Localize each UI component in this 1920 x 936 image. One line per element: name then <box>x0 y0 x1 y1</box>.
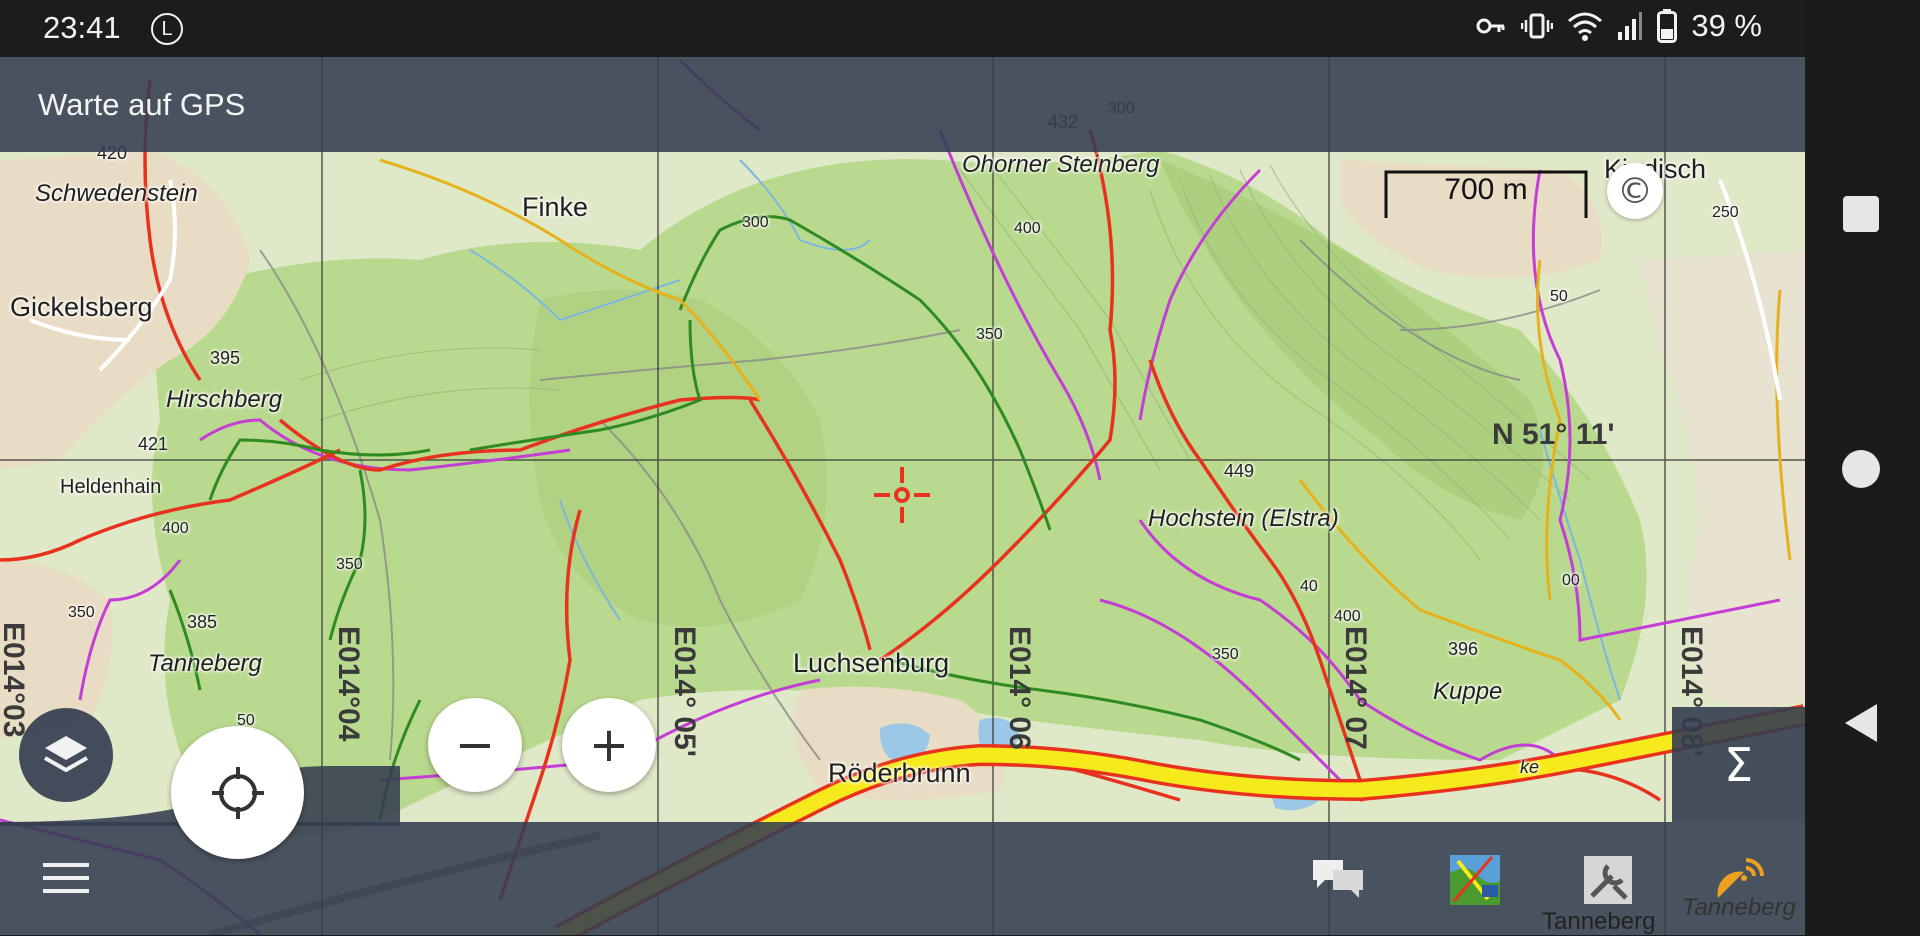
tools-button[interactable] <box>1580 852 1636 908</box>
messages-button[interactable] <box>1310 852 1366 904</box>
minus-icon: − <box>454 717 496 773</box>
grid-lat-label: N 51° 11' <box>1492 418 1615 451</box>
elevation-label: 350 <box>976 326 1003 343</box>
elevation-label: 40 <box>1300 578 1318 595</box>
menu-icon <box>43 863 89 893</box>
vibrate-icon <box>1521 13 1554 39</box>
elevation-label: 400 <box>1014 220 1041 237</box>
home-button[interactable] <box>1842 450 1880 488</box>
plus-icon: + <box>588 717 630 773</box>
statistics-button[interactable]: Σ <box>1672 707 1805 822</box>
elevation-label: 350 <box>336 556 363 573</box>
elevation-label: 400 <box>162 520 189 537</box>
place-label: Hochstein (Elstra) <box>1148 505 1339 532</box>
zoom-out-button[interactable]: − <box>428 698 522 792</box>
chat-icon <box>1313 860 1363 898</box>
place-label: ke <box>1520 757 1540 777</box>
grid-lon-label: E014°03 <box>0 622 30 738</box>
system-nav-bar <box>1805 0 1920 935</box>
place-label: Tanneberg <box>148 650 262 677</box>
crosshair-icon <box>211 766 264 819</box>
map-globe-icon <box>1450 855 1500 905</box>
place-label: Hirschberg <box>166 386 283 413</box>
wrench-screwdriver-icon <box>1584 856 1632 904</box>
copyright-icon: © <box>1617 170 1653 212</box>
map-manager-button[interactable] <box>1446 852 1504 908</box>
zoom-in-button[interactable]: + <box>562 698 656 792</box>
elevation-label: 300 <box>742 214 769 231</box>
place-label: Kuppe <box>1433 678 1503 705</box>
place-label: Ohorner Steinberg <box>962 151 1160 178</box>
app-bar: Warte auf GPS <box>0 57 1805 152</box>
elevation-label: 449 <box>1224 461 1255 481</box>
place-label: Tanneberg <box>1542 908 1656 935</box>
elevation-label: 250 <box>1712 204 1739 221</box>
elevation-label: 396 <box>1448 639 1479 659</box>
battery-icon <box>1657 9 1678 43</box>
scale-label: 700 m <box>1444 173 1528 206</box>
layers-icon <box>44 736 88 773</box>
vpn-key-icon <box>1476 18 1505 34</box>
place-label: Luchsenburg <box>793 648 950 678</box>
wifi-icon <box>1568 12 1603 41</box>
back-button[interactable] <box>1843 702 1879 744</box>
place-label: Röderbrunn <box>828 758 971 788</box>
place-label: Tanneberg <box>1682 894 1796 921</box>
copyright-button[interactable]: © <box>1607 163 1663 219</box>
elevation-label: 350 <box>1212 646 1239 663</box>
recents-button[interactable] <box>1843 196 1879 232</box>
elevation-label: 00 <box>1562 572 1580 589</box>
grid-lon-label: E014°04 <box>332 626 365 742</box>
sigma-icon: Σ <box>1723 737 1754 792</box>
status-bar: 23:41 L 39 % <box>0 0 1920 57</box>
signal-icon <box>1618 12 1643 40</box>
status-time: 23:41 <box>43 10 121 45</box>
place-label: Schwedenstein <box>35 180 198 207</box>
elevation-label: 395 <box>210 348 241 368</box>
elevation-label: 400 <box>1334 608 1361 625</box>
place-label: Heldenhain <box>60 476 162 498</box>
l-indicator-icon: L <box>151 13 183 45</box>
elevation-label: 50 <box>1550 288 1568 305</box>
grid-lon-label: E014° 06 <box>1003 626 1036 750</box>
elevation-label: 421 <box>138 434 169 454</box>
locate-me-button[interactable] <box>171 726 304 859</box>
elevation-label: 385 <box>187 612 218 632</box>
battery-percentage: 39 % <box>1691 8 1762 43</box>
layers-button[interactable] <box>19 708 113 802</box>
grid-lon-label: E014° 05' <box>668 626 701 757</box>
elevation-label: 350 <box>68 604 95 621</box>
place-label: Finke <box>522 192 589 222</box>
status-icons: 39 % <box>1475 8 1762 44</box>
place-label: Gickelsberg <box>10 292 153 322</box>
scale-bar: 700 m <box>1384 170 1588 220</box>
menu-button[interactable] <box>40 852 92 904</box>
gps-status-title: Warte auf GPS <box>38 87 246 122</box>
grid-lon-label: E014° 07 <box>1339 626 1372 750</box>
